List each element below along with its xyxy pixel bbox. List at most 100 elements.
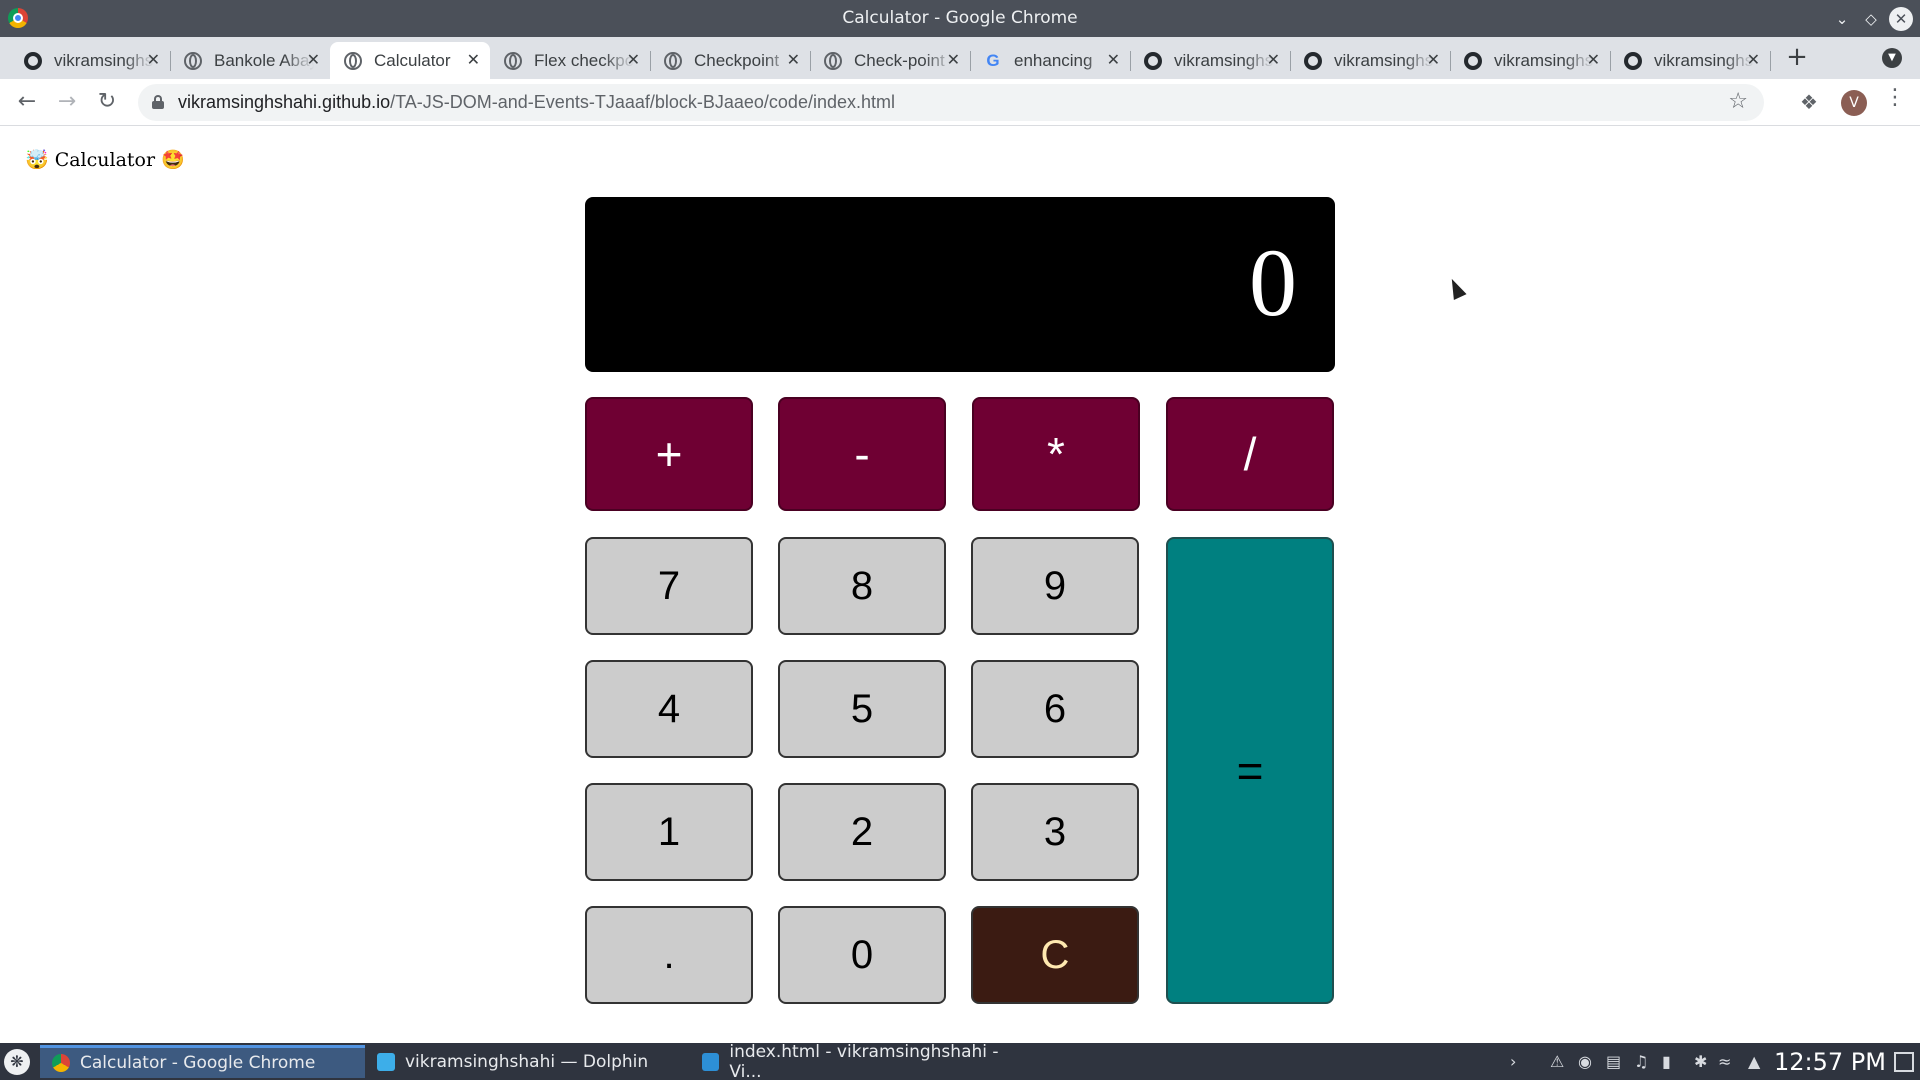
clear-button[interactable]: C	[971, 906, 1139, 1004]
tab-label: Flex checkpoint	[534, 50, 634, 70]
new-tab-plus-icon[interactable]: +	[1782, 43, 1812, 73]
address-bar[interactable]: vikramsinghshahi.github.io/TA-JS-DOM-and…	[138, 84, 1764, 121]
tab-close-icon[interactable]: ✕	[1427, 50, 1440, 70]
clipboard-icon[interactable]: ▤	[1606, 1052, 1621, 1071]
tab-flex-checkpoint[interactable]: Flex checkpoint ✕	[490, 42, 651, 79]
tab-close-icon[interactable]: ✕	[467, 50, 480, 70]
github-icon	[1304, 51, 1322, 70]
tab-label: vikramsinghshahi	[54, 50, 154, 70]
digit-1-button[interactable]: 1	[585, 783, 753, 881]
tab-label: vikramsinghshahi	[1174, 50, 1274, 70]
tab-close-icon[interactable]: ✕	[1267, 50, 1280, 70]
digit-3-button[interactable]: 3	[971, 783, 1139, 881]
maximize-icon[interactable]: ◇	[1859, 7, 1883, 31]
multiply-button[interactable]: *	[972, 397, 1140, 511]
display-value: 0	[1249, 229, 1297, 336]
github-icon	[1464, 51, 1482, 70]
url-text[interactable]: vikramsinghshahi.github.io/TA-JS-DOM-and…	[178, 92, 895, 113]
extensions-puzzle-icon[interactable]: ❖	[1800, 90, 1818, 114]
digit-2-button[interactable]: 2	[778, 783, 946, 881]
github-icon	[1144, 51, 1162, 70]
tab-close-icon[interactable]: ✕	[147, 50, 160, 70]
calculator-display: 0	[585, 197, 1335, 372]
chrome-menu-icon[interactable]: ⋮	[1884, 87, 1906, 109]
globe-icon	[504, 51, 522, 70]
forward-arrow-icon[interactable]: →	[53, 89, 81, 117]
tray-up-arrow-icon[interactable]: ▲	[1748, 1052, 1760, 1071]
digit-0-button[interactable]: 0	[778, 906, 946, 1004]
tab-search-chevron-icon[interactable]: ▼	[1882, 48, 1902, 68]
reload-icon[interactable]: ↻	[93, 89, 121, 117]
back-arrow-icon[interactable]: ←	[13, 89, 41, 117]
system-clock[interactable]: 12:57 PM	[1774, 1048, 1886, 1076]
window-title: Calculator - Google Chrome	[842, 8, 1078, 28]
plus-button[interactable]: +	[585, 397, 753, 511]
task-label: index.html - vikramsinghshahi - Vi...	[729, 1041, 999, 1082]
globe-icon	[664, 51, 682, 70]
tab-vikramsinghshahi-3[interactable]: vikramsinghshahi ✕	[1290, 42, 1451, 79]
lock-icon[interactable]	[152, 95, 164, 109]
tab-check-point[interactable]: Check-point ✕	[810, 42, 971, 79]
tab-close-icon[interactable]: ✕	[1587, 50, 1600, 70]
tab-calculator[interactable]: Calculator ✕	[330, 42, 490, 79]
digit-5-button[interactable]: 5	[778, 660, 946, 758]
tab-label: Checkpoint	[694, 50, 780, 70]
tab-vikramsinghshahi-4[interactable]: vikramsinghshahi ✕	[1450, 42, 1611, 79]
globe-icon	[184, 51, 202, 70]
equals-button[interactable]: =	[1166, 537, 1334, 1004]
tab-close-icon[interactable]: ✕	[1747, 50, 1760, 70]
digit-7-button[interactable]: 7	[585, 537, 753, 635]
tab-label: enhancing	[1014, 50, 1093, 70]
digit-9-button[interactable]: 9	[971, 537, 1139, 635]
decimal-point-button[interactable]: .	[585, 906, 753, 1004]
task-dolphin[interactable]: vikramsinghshahi — Dolphin	[365, 1045, 690, 1078]
volume-icon[interactable]: ♫	[1634, 1052, 1648, 1071]
profile-avatar[interactable]: V	[1841, 90, 1867, 116]
tab-divider	[1770, 51, 1771, 71]
battery-icon[interactable]: ▮	[1662, 1052, 1671, 1071]
folder-icon	[377, 1052, 395, 1071]
bookmark-star-icon[interactable]: ☆	[1728, 89, 1748, 114]
task-label: Calculator - Google Chrome	[80, 1053, 316, 1073]
chrome-icon	[52, 1054, 70, 1072]
tab-vikramsinghshahi-5[interactable]: vikramsinghshahi ✕	[1610, 42, 1771, 79]
url-host: vikramsinghshahi.github.io	[178, 92, 391, 112]
divide-button[interactable]: /	[1166, 397, 1334, 511]
tab-vikramsinghshahi-2[interactable]: vikramsinghshahi ✕	[1130, 42, 1291, 79]
task-vscode[interactable]: index.html - vikramsinghshahi - Vi...	[690, 1042, 1025, 1082]
mouse-pointer-icon	[1445, 275, 1467, 301]
notifications-icon[interactable]: ⚠	[1550, 1052, 1564, 1071]
page-title: 🤯 Calculator 🤩	[25, 149, 185, 171]
tab-enhancing[interactable]: G enhancing ✕	[970, 42, 1131, 79]
vpn-icon[interactable]: ◉	[1578, 1052, 1592, 1071]
tab-close-icon[interactable]: ✕	[307, 50, 320, 70]
tab-label: vikramsinghshahi	[1334, 50, 1434, 70]
tab-close-icon[interactable]: ✕	[1107, 50, 1120, 70]
tab-close-icon[interactable]: ✕	[627, 50, 640, 70]
vscode-icon	[702, 1052, 720, 1071]
minimize-icon[interactable]: ⌄	[1830, 7, 1854, 31]
tab-vikramsinghshahi-1[interactable]: vikramsinghshahi ✕	[10, 42, 171, 79]
tab-close-icon[interactable]: ✕	[947, 50, 960, 70]
github-icon	[24, 51, 42, 70]
tab-label: vikramsinghshahi	[1494, 50, 1594, 70]
url-path: /TA-JS-DOM-and-Events-TJaaaf/block-BJaae…	[390, 92, 895, 112]
digit-6-button[interactable]: 6	[971, 660, 1139, 758]
tab-strip: vikramsinghshahi ✕ Bankole Abayomi ✕ Cal…	[0, 37, 1920, 79]
system-taskbar: ❋ Calculator - Google Chrome vikramsingh…	[0, 1042, 1920, 1082]
app-launcher-icon[interactable]: ❋	[4, 1049, 30, 1075]
close-window-icon[interactable]: ✕	[1889, 7, 1913, 31]
tab-label: Bankole Abayomi	[214, 50, 314, 70]
wifi-icon[interactable]: ≈	[1718, 1052, 1731, 1071]
minus-button[interactable]: -	[778, 397, 946, 511]
digit-8-button[interactable]: 8	[778, 537, 946, 635]
digit-4-button[interactable]: 4	[585, 660, 753, 758]
task-label: vikramsinghshahi — Dolphin	[405, 1051, 649, 1072]
task-chrome[interactable]: Calculator - Google Chrome	[40, 1045, 365, 1078]
show-desktop-icon[interactable]	[1894, 1052, 1914, 1072]
tray-expand-arrow-icon[interactable]: ›	[1510, 1052, 1516, 1071]
tab-close-icon[interactable]: ✕	[787, 50, 800, 70]
bluetooth-icon[interactable]: ✱	[1694, 1052, 1707, 1071]
tab-checkpoint[interactable]: Checkpoint ✕	[650, 42, 811, 79]
tab-bankole[interactable]: Bankole Abayomi ✕	[170, 42, 330, 79]
